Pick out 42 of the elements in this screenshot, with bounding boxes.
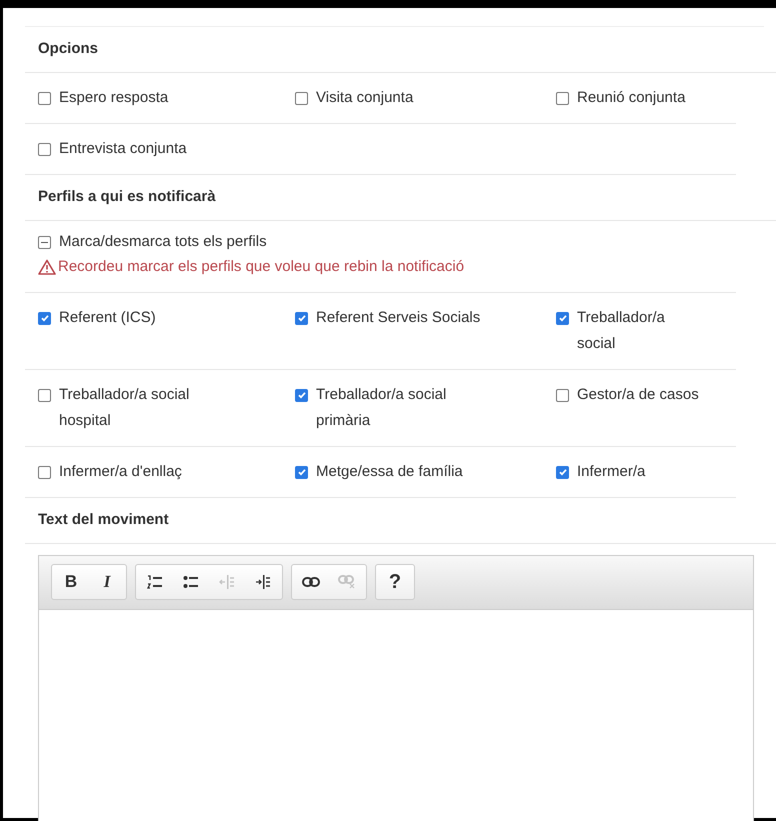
italic-button[interactable]: I (89, 565, 125, 599)
bullet-list-icon (183, 575, 199, 589)
warning-icon (38, 259, 56, 276)
checkbox[interactable] (38, 466, 51, 478)
checkbox-label: Infermer/a (577, 462, 646, 482)
checkbox[interactable] (38, 92, 51, 105)
section-heading: Opcions (38, 39, 98, 60)
checkbox[interactable] (556, 388, 569, 402)
select-all-checkbox[interactable] (38, 236, 51, 249)
checkbox-label: Marca/desmarca tots els perfils (59, 232, 267, 252)
checkbox[interactable] (295, 388, 308, 402)
checkbox-label: Treballador/a social hospital (59, 384, 190, 430)
checkbox-label: Treballador/a social (577, 308, 666, 354)
checkbox-label: Gestor/a de casos (577, 384, 699, 404)
link-icon (302, 576, 320, 588)
checkbox-label: Entrevista conjunta (59, 139, 187, 159)
checkbox-label: Referent (ICS) (59, 308, 156, 328)
checkbox-label: Infermer/a d'enllaç (59, 462, 182, 482)
checkbox[interactable] (38, 143, 51, 156)
section-heading: Perfils a qui es notificarà (38, 187, 216, 208)
checkbox-label: Treballador/a social primària (316, 384, 448, 430)
checkbox[interactable] (295, 92, 308, 105)
checkbox-label: Espero resposta (59, 88, 168, 108)
checkbox[interactable] (295, 466, 308, 478)
indent-icon (255, 575, 271, 589)
outdent-icon (219, 575, 235, 589)
checkbox[interactable] (556, 466, 569, 478)
section-heading: Text del moviment (38, 510, 169, 530)
bold-button[interactable]: B (53, 565, 89, 599)
unlink-icon (338, 575, 356, 589)
warning-message: Recordeu marcar els perfils que voleu que rebin la notificació (58, 257, 464, 277)
checkbox-label: Metge/essa de família (316, 462, 463, 482)
checkbox[interactable] (556, 312, 569, 324)
checkbox[interactable] (38, 312, 51, 324)
checkbox[interactable] (556, 92, 569, 105)
checkbox[interactable] (38, 388, 51, 402)
checkbox-label: Visita conjunta (316, 88, 414, 108)
numbered-list-icon (147, 575, 163, 589)
checkbox-label: Referent Serveis Socials (316, 308, 480, 328)
checkbox-label: Reunió conjunta (577, 88, 686, 108)
checkbox[interactable] (295, 312, 308, 324)
help-button[interactable]: ? (377, 565, 413, 599)
